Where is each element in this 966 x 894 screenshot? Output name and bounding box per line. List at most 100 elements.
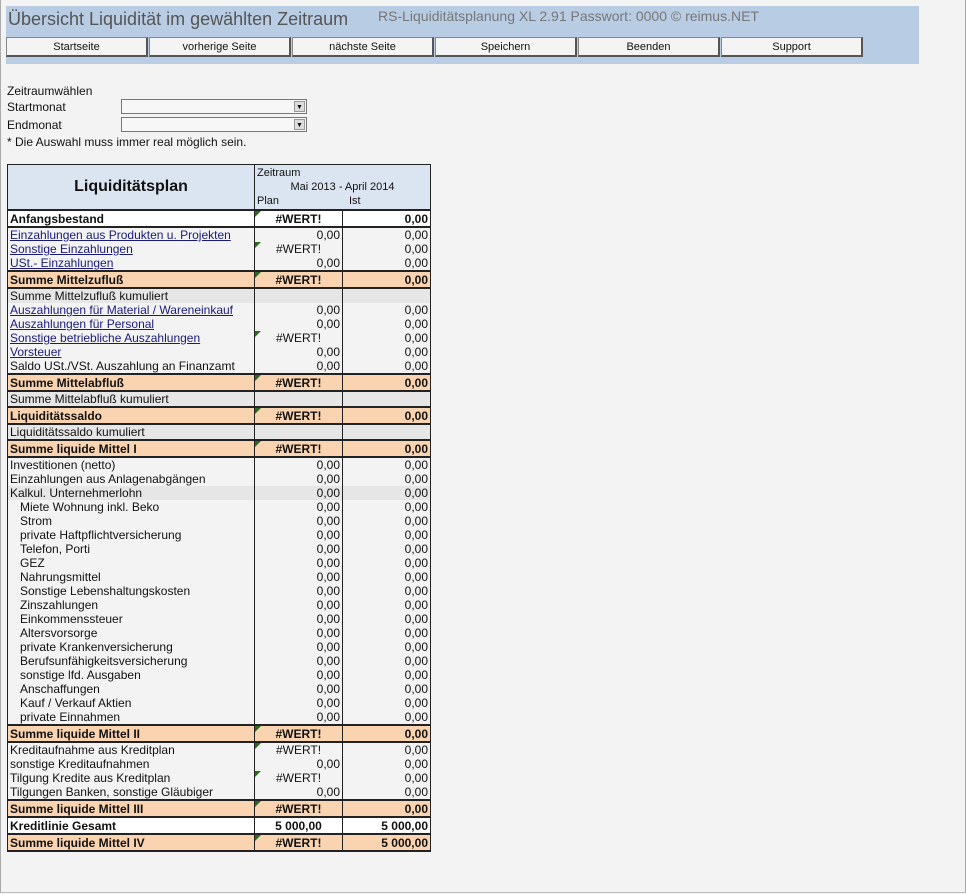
ist-cell[interactable] [342, 424, 431, 440]
exit-button[interactable]: Beenden [578, 37, 720, 57]
ist-cell[interactable]: 0,00 [342, 514, 431, 528]
plan-cell[interactable] [254, 288, 343, 303]
plan-cell[interactable]: 0,00 [254, 303, 343, 317]
ist-cell[interactable]: 0,00 [342, 270, 431, 289]
ist-cell[interactable]: 0,00 [342, 209, 431, 228]
ist-cell[interactable]: 0,00 [342, 654, 431, 668]
plan-cell[interactable]: #WERT! [254, 724, 343, 743]
plan-cell[interactable]: 0,00 [254, 757, 343, 771]
ist-cell[interactable]: 0,00 [342, 612, 431, 626]
plan-cell[interactable]: 0,00 [254, 584, 343, 598]
ist-cell[interactable]: 0,00 [342, 696, 431, 710]
plan-cell[interactable]: 0,00 [254, 612, 343, 626]
next-page-button[interactable]: nächste Seite [292, 37, 434, 57]
ist-cell[interactable]: 0,00 [342, 785, 431, 800]
plan-cell[interactable]: #WERT! [254, 439, 343, 458]
ist-cell[interactable]: 0,00 [342, 799, 431, 818]
plan-cell[interactable]: #WERT! [254, 406, 343, 425]
row-link[interactable]: Auszahlungen für Personal [10, 317, 154, 331]
ist-cell[interactable]: 0,00 [342, 227, 431, 242]
row-link[interactable]: Vorsteuer [10, 345, 61, 359]
plan-cell[interactable]: 0,00 [254, 682, 343, 696]
ist-cell[interactable]: 0,00 [342, 710, 431, 725]
ist-cell[interactable]: 0,00 [342, 439, 431, 458]
ist-cell[interactable]: 0,00 [342, 570, 431, 584]
ist-cell[interactable]: 5 000,00 [342, 833, 431, 852]
ist-cell[interactable]: 0,00 [342, 528, 431, 542]
ist-cell[interactable]: 0,00 [342, 373, 431, 392]
ist-cell[interactable]: 0,00 [342, 542, 431, 556]
plan-cell[interactable]: 0,00 [254, 528, 343, 542]
plan-cell[interactable]: 0,00 [254, 256, 343, 271]
plan-cell[interactable]: 0,00 [254, 457, 343, 472]
row-link[interactable]: Einzahlungen aus Produkten u. Projekten [10, 228, 231, 242]
plan-cell[interactable]: 0,00 [254, 696, 343, 710]
plan-cell[interactable]: #WERT! [254, 799, 343, 818]
ist-cell[interactable]: 0,00 [342, 626, 431, 640]
previous-page-button[interactable]: vorherige Seite [149, 37, 291, 57]
plan-cell[interactable]: 0,00 [254, 626, 343, 640]
ist-cell[interactable]: 0,00 [342, 303, 431, 317]
ist-cell[interactable]: 0,00 [342, 242, 431, 256]
ist-cell[interactable]: 0,00 [342, 406, 431, 425]
row-link[interactable]: Auszahlungen für Material / Wareneinkauf [10, 303, 233, 317]
plan-cell[interactable] [254, 424, 343, 440]
plan-cell[interactable]: 0,00 [254, 654, 343, 668]
row-link[interactable]: Sonstige Einzahlungen [10, 242, 133, 256]
ist-cell[interactable]: 0,00 [342, 486, 431, 500]
ist-cell[interactable]: 0,00 [342, 598, 431, 612]
ist-cell[interactable] [342, 391, 431, 407]
ist-cell[interactable]: 0,00 [342, 682, 431, 696]
ist-cell[interactable]: 0,00 [342, 359, 431, 374]
ist-cell[interactable]: 0,00 [342, 500, 431, 514]
plan-cell[interactable]: 0,00 [254, 640, 343, 654]
support-button[interactable]: Support [721, 37, 863, 57]
chevron-down-icon[interactable]: ▼ [294, 101, 305, 112]
chevron-down-icon[interactable]: ▼ [294, 119, 305, 130]
plan-cell[interactable]: 0,00 [254, 472, 343, 486]
ist-cell[interactable]: 0,00 [342, 472, 431, 486]
ist-cell[interactable]: 0,00 [342, 640, 431, 654]
ist-cell[interactable]: 0,00 [342, 584, 431, 598]
plan-cell[interactable]: #WERT! [254, 771, 343, 785]
plan-cell[interactable]: #WERT! [254, 270, 343, 289]
plan-cell[interactable]: 0,00 [254, 514, 343, 528]
plan-cell[interactable]: 5 000,00 [254, 816, 343, 835]
plan-cell[interactable]: 0,00 [254, 500, 343, 514]
ist-cell[interactable]: 0,00 [342, 317, 431, 331]
plan-cell[interactable]: 0,00 [254, 710, 343, 725]
ist-cell[interactable]: 0,00 [342, 331, 431, 345]
ist-cell[interactable]: 0,00 [342, 668, 431, 682]
plan-cell[interactable]: #WERT! [254, 242, 343, 256]
ist-cell[interactable] [342, 288, 431, 303]
plan-cell[interactable]: #WERT! [254, 833, 343, 852]
end-month-select[interactable]: ▼ [121, 117, 307, 132]
plan-cell[interactable]: 0,00 [254, 486, 343, 500]
plan-cell[interactable] [254, 391, 343, 407]
plan-cell[interactable]: 0,00 [254, 227, 343, 242]
start-month-select[interactable]: ▼ [121, 99, 307, 114]
plan-cell[interactable]: #WERT! [254, 331, 343, 345]
plan-cell[interactable]: 0,00 [254, 668, 343, 682]
ist-cell[interactable]: 0,00 [342, 771, 431, 785]
plan-cell[interactable]: #WERT! [254, 742, 343, 757]
plan-cell[interactable]: 0,00 [254, 556, 343, 570]
plan-cell[interactable]: 0,00 [254, 598, 343, 612]
plan-cell[interactable]: 0,00 [254, 345, 343, 359]
ist-cell[interactable]: 0,00 [342, 345, 431, 359]
plan-cell[interactable]: 0,00 [254, 542, 343, 556]
plan-cell[interactable]: 0,00 [254, 317, 343, 331]
plan-cell[interactable]: #WERT! [254, 373, 343, 392]
startseite-button[interactable]: Startseite [6, 37, 148, 57]
ist-cell[interactable]: 0,00 [342, 256, 431, 271]
ist-cell[interactable]: 0,00 [342, 742, 431, 757]
ist-cell[interactable]: 5 000,00 [342, 816, 431, 835]
plan-cell[interactable]: 0,00 [254, 359, 343, 374]
ist-cell[interactable]: 0,00 [342, 724, 431, 743]
plan-cell[interactable]: 0,00 [254, 785, 343, 800]
plan-cell[interactable]: #WERT! [254, 209, 343, 228]
row-link[interactable]: USt.- Einzahlungen [10, 256, 113, 270]
ist-cell[interactable]: 0,00 [342, 556, 431, 570]
ist-cell[interactable]: 0,00 [342, 457, 431, 472]
plan-cell[interactable]: 0,00 [254, 570, 343, 584]
